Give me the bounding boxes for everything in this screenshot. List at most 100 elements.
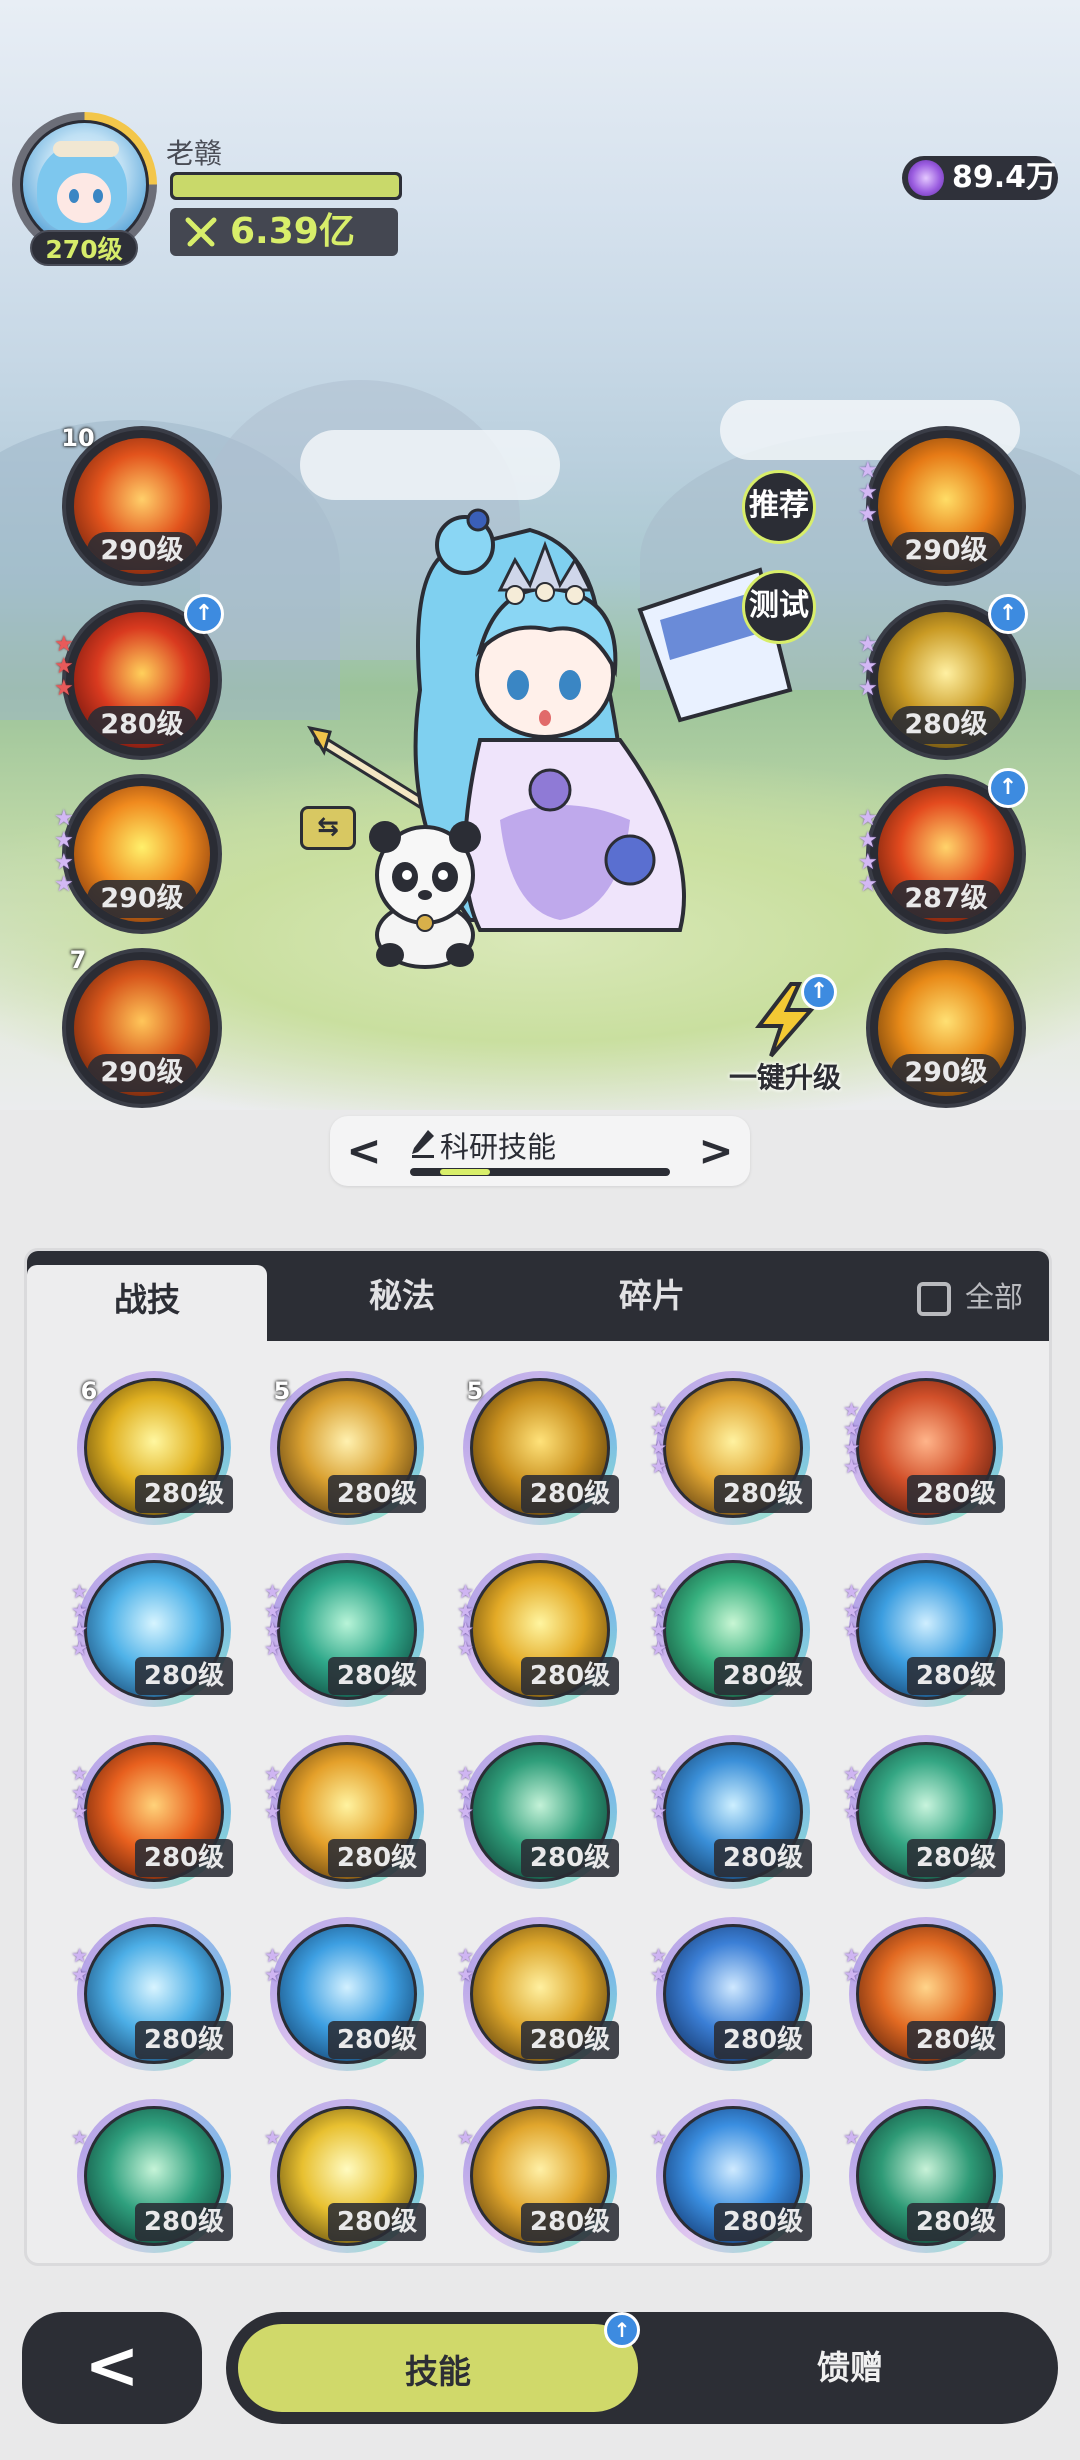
right-skill-orb[interactable]: 290级	[866, 948, 1026, 1108]
skill-rank-badge: 6	[80, 1377, 98, 1405]
skill-slot[interactable]: 280级 ★ ★ ★ ★	[457, 1553, 619, 1707]
star-icon: ★ ★ ★ ★	[858, 806, 878, 897]
skill-slot[interactable]: 280级 ★ ★ ★	[264, 1735, 426, 1889]
right-skill-orb[interactable]: 290级 ★ ★ ★	[858, 426, 1026, 586]
skill-rank-badge: 5	[273, 1377, 291, 1405]
skill-level-label: 280级	[521, 2203, 619, 2241]
skill-slot[interactable]: 280级 ★ ★	[843, 1917, 1005, 2071]
skill-slot[interactable]: 280级 ★ ★ ★	[843, 1735, 1005, 1889]
skill-level-label: 280级	[135, 1657, 233, 1695]
star-icon: ★ ★ ★ ★	[650, 1581, 668, 1660]
nav-tab-skills[interactable]: 技能	[234, 2320, 642, 2416]
star-icon: ★	[457, 2127, 475, 2149]
skill-level-label: 280级	[907, 2203, 1005, 2241]
combat-power: 6.39亿	[170, 208, 398, 256]
skill-art-icon: 290级	[74, 438, 210, 574]
upgrade-arrow-icon: ↑	[184, 594, 224, 634]
show-all-toggle[interactable]: 全部	[916, 1277, 1023, 1317]
star-icon: ★ ★ ★	[843, 1763, 861, 1823]
skill-slot[interactable]: 280级 ★ ★ ★ ★	[650, 1553, 812, 1707]
skill-slot[interactable]: 280级 ★ ★	[264, 1917, 426, 2071]
skill-slot[interactable]: 280级 ★	[71, 2099, 233, 2253]
star-icon: ★ ★	[457, 1945, 475, 1986]
back-button[interactable]: <	[22, 2312, 202, 2424]
currency-display[interactable]: 89.4万	[902, 156, 1058, 200]
skill-level-label: 290级	[891, 1054, 1001, 1092]
skill-art-icon: 280级	[74, 612, 210, 748]
bottom-nav: 技能 馈赠	[226, 2312, 1058, 2424]
star-icon: ★	[650, 2127, 668, 2149]
skill-slot[interactable]: 280级 ★ ★ ★	[843, 1553, 1005, 1707]
test-button[interactable]: 测试	[742, 570, 816, 644]
left-skill-orb[interactable]: 290级 7	[62, 946, 222, 1108]
panda-pet[interactable]	[355, 815, 495, 970]
star-icon: ★ ★ ★	[71, 1763, 89, 1823]
upgrade-arrow-icon: ↑	[988, 594, 1028, 634]
star-icon: ★ ★ ★ ★	[54, 806, 74, 897]
skill-slot[interactable]: 280级 ★ ★	[650, 1917, 812, 2071]
star-icon: ★ ★	[650, 1945, 668, 1986]
skill-slot[interactable]: 280级 ★	[843, 2099, 1005, 2253]
skill-slot[interactable]: 280级 ★ ★	[71, 1917, 233, 2071]
crossed-swords-icon	[185, 217, 217, 247]
skill-slot[interactable]: 280级 ★ ★ ★	[71, 1735, 233, 1889]
skill-level-label: 280级	[328, 2203, 426, 2241]
skill-art-icon: 290级	[878, 960, 1014, 1096]
skill-level-label: 280级	[521, 1839, 619, 1877]
skill-slot[interactable]: 280级 ★ ★ ★	[457, 1735, 619, 1889]
star-icon: ★ ★ ★	[858, 632, 878, 701]
skill-rank-badge: 7	[69, 946, 87, 974]
tab-fragments[interactable]: 碎片	[532, 1251, 772, 1341]
tab-secret-arts[interactable]: 秘法	[282, 1251, 522, 1341]
skill-slot[interactable]: 280级 ★ ★ ★ ★	[71, 1553, 233, 1707]
skill-slot[interactable]: 280级 5	[463, 1371, 619, 1525]
skill-slot[interactable]: 280级 ★	[264, 2099, 426, 2253]
skill-slot[interactable]: 280级 6	[77, 1371, 233, 1525]
skill-slot[interactable]: 280级 ★ ★ ★ ★	[264, 1553, 426, 1707]
right-skill-orb[interactable]: 280级 ★ ★ ★ ↑	[858, 594, 1028, 760]
right-skill-orb[interactable]: 287级 ★ ★ ★ ★ ↑	[858, 768, 1028, 934]
star-icon: ★ ★ ★	[843, 1581, 861, 1641]
next-page-button[interactable]: >	[696, 1126, 736, 1176]
player-exp-bar	[170, 172, 402, 200]
skill-level-label: 290级	[891, 532, 1001, 570]
skill-slot[interactable]: 280级 5	[270, 1371, 426, 1525]
star-icon: ★ ★ ★	[650, 1763, 668, 1823]
skill-level-label: 290级	[87, 532, 197, 570]
prev-page-button[interactable]: <	[344, 1126, 384, 1176]
left-skill-orb[interactable]: 280级 ★ ★ ★ ↑	[54, 594, 224, 760]
switcher-title: 科研技能	[440, 1130, 557, 1164]
skill-art-icon: 280级	[878, 612, 1014, 748]
skill-level-label: 280级	[87, 706, 197, 744]
skill-slot[interactable]: 280级 ★	[650, 2099, 812, 2253]
one-key-upgrade-button[interactable]: ↑ 一键升级	[715, 974, 855, 1096]
skill-level-label: 280级	[907, 2021, 1005, 2059]
skill-level-label: 287级	[891, 880, 1001, 918]
nav-tab-gifts[interactable]: 馈赠	[642, 2320, 1058, 2416]
currency-amount: 89.4万	[952, 160, 1057, 195]
swap-pet-button[interactable]: ⇆	[300, 806, 356, 850]
star-icon: ★ ★	[71, 1945, 89, 1986]
skill-level-label: 280级	[328, 2021, 426, 2059]
left-skill-orb[interactable]: 290级 ★ ★ ★ ★	[54, 774, 222, 934]
pen-icon	[412, 1130, 434, 1158]
star-icon: ★ ★ ★	[457, 1763, 475, 1823]
switcher-progress	[410, 1168, 670, 1176]
star-icon: ★	[843, 2127, 861, 2149]
one-key-upgrade-label: 一键升级	[728, 1061, 841, 1094]
skill-slot[interactable]: 280级 ★ ★	[457, 1917, 619, 2071]
tab-combat-skills[interactable]: 战技	[27, 1265, 267, 1345]
skill-slot[interactable]: 280级 ★ ★ ★ ★	[843, 1371, 1005, 1525]
skill-level-label: 280级	[714, 1657, 812, 1695]
show-all-label: 全部	[964, 1280, 1023, 1314]
skill-rank-badge: 10	[61, 424, 95, 452]
skill-panel: 战技 秘法 碎片 全部 280级 6 280级 5 280级 5 280级 ★ ★ ★ ★ 28…	[24, 1248, 1052, 2266]
skill-slot[interactable]: 280级 ★	[457, 2099, 619, 2253]
star-icon: ★ ★ ★ ★	[71, 1581, 89, 1660]
left-skill-orb[interactable]: 290级 10	[61, 424, 222, 586]
star-icon: ★ ★ ★	[264, 1763, 282, 1823]
skill-slot[interactable]: 280级 ★ ★ ★	[650, 1735, 812, 1889]
recommend-button[interactable]: 推荐	[742, 470, 816, 544]
skill-slot[interactable]: 280级 ★ ★ ★ ★	[650, 1371, 812, 1525]
skill-level-label: 280级	[521, 1475, 619, 1513]
